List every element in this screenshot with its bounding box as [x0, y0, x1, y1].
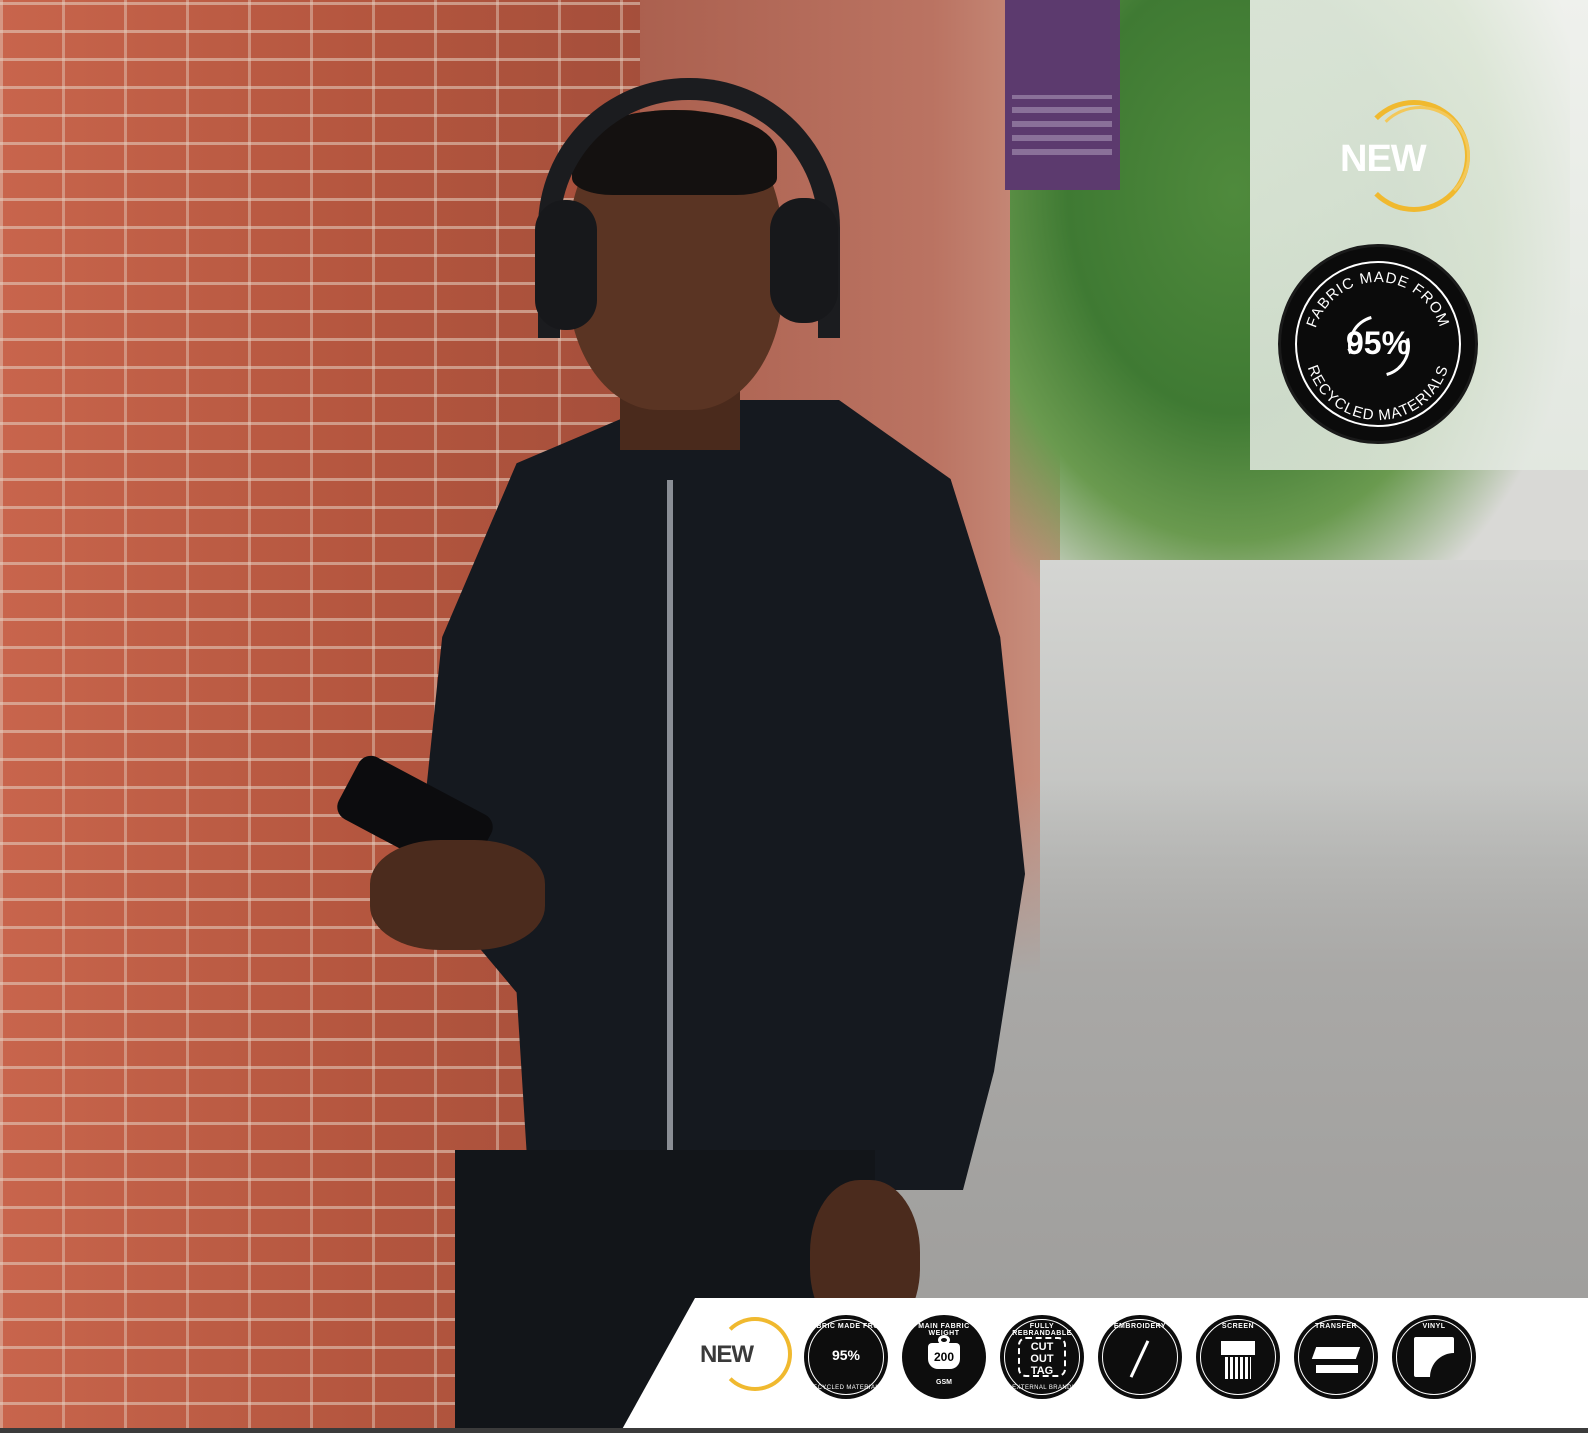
- screen-icon: SCREEN: [1196, 1315, 1280, 1399]
- headphone-cup-left: [535, 200, 597, 330]
- new-icon: NEW: [700, 1315, 792, 1399]
- cut-tag-top: FULLY REBRANDABLE: [1012, 1323, 1072, 1337]
- black-zip-jacket: [417, 400, 1025, 1190]
- bottom-rule: [0, 1428, 1588, 1433]
- model-person: [330, 70, 1080, 1433]
- screen-label: SCREEN: [1221, 1323, 1255, 1330]
- transfer-label: TRANSFER: [1314, 1323, 1358, 1330]
- weight-unit: GSM: [936, 1379, 952, 1386]
- embroidery-icon: EMBROIDERY: [1098, 1315, 1182, 1399]
- left-hand: [370, 840, 545, 950]
- cut-tag-icon: FULLY REBRANDABLE CUT OUT TAG NO EXTERNA…: [1000, 1315, 1084, 1399]
- recycled-percent: 95%: [1345, 325, 1411, 361]
- new-icon-label: NEW: [700, 1341, 754, 1368]
- recycled-icon: FABRIC MADE FROM 95% RECYCLED MATERIALS: [804, 1315, 888, 1399]
- new-badge-label: NEW: [1340, 138, 1427, 180]
- weight-value: 200: [928, 1343, 960, 1369]
- screen-frame-icon: [1221, 1341, 1255, 1355]
- transfer-icon: TRANSFER: [1294, 1315, 1378, 1399]
- headphone-cup-right: [770, 198, 838, 323]
- jacket-zipper: [667, 480, 673, 1180]
- heat-press-base-icon: [1316, 1365, 1358, 1373]
- cut-tag-bottom: NO EXTERNAL BRANDING: [1000, 1385, 1084, 1391]
- new-badge: NEW: [1330, 100, 1475, 218]
- recycled-icon-top: FABRIC MADE FROM: [806, 1323, 886, 1330]
- weight-icon: MAIN FABRIC WEIGHT 200 GSM: [902, 1315, 986, 1399]
- recycled-icon-bottom: RECYCLED MATERIALS: [808, 1385, 884, 1391]
- vinyl-icon: VINYL: [1392, 1315, 1476, 1399]
- vinyl-label: VINYL: [1422, 1323, 1446, 1330]
- embroidery-label: EMBROIDERY: [1113, 1323, 1167, 1330]
- squeegee-icon: [1225, 1357, 1251, 1379]
- cut-tag-label: CUT OUT TAG: [1018, 1337, 1066, 1377]
- recycled-icon-percent: 95%: [831, 1347, 861, 1363]
- heat-press-top-icon: [1311, 1347, 1361, 1359]
- recycled-badge: FABRIC MADE FROM RECYCLED MATERIALS 95%: [1278, 244, 1478, 444]
